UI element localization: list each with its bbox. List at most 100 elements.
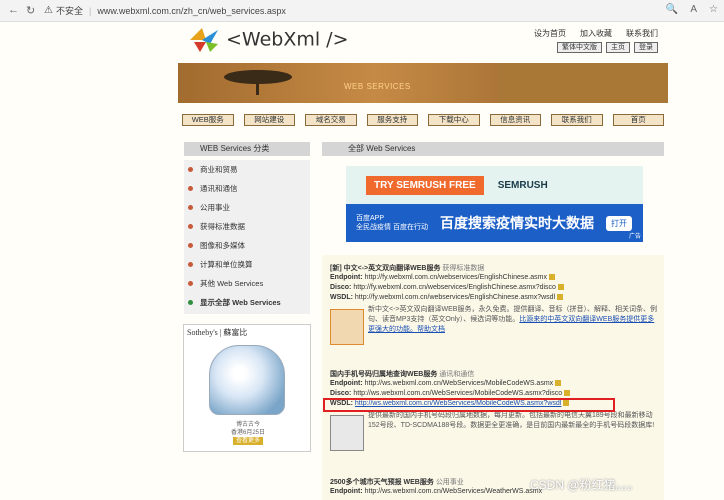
zoom-icon[interactable]: 🔍 — [666, 4, 678, 15]
sidebar-heading: WEB Services 分类 — [184, 142, 310, 156]
endpoint-label: Endpoint: — [330, 274, 363, 281]
service-name[interactable]: 国内手机号码归属地查询WEB服务 — [330, 371, 437, 378]
translation-thumbnail — [330, 309, 364, 345]
nav-web-services[interactable]: WEB服务 — [182, 114, 234, 126]
ad-caption-1: 博古古今 — [235, 422, 260, 428]
service-endpoint: Endpoint: http://ws.webxml.com.cn/WebSer… — [330, 379, 660, 389]
disco-url[interactable]: http://fy.webxml.com.cn/webservices/Engl… — [353, 284, 556, 291]
nav-web-building[interactable]: 网站建设 — [243, 114, 295, 126]
browser-toolbar: ← ↻ ⚠ 不安全 | www.webxml.com.cn/zh_cn/web_… — [0, 0, 724, 22]
sidebar-item-multimedia[interactable]: 图像和多媒体 — [184, 236, 310, 255]
service-name[interactable]: 2500多个城市天气预报 WEB服务 — [330, 479, 434, 486]
login-button[interactable]: 登录 — [634, 42, 658, 53]
favorites-icon[interactable]: ☆ — [709, 4, 718, 15]
disco-url[interactable]: http://ws.webxml.com.cn/WebServices/Mobi… — [353, 390, 562, 397]
nav-support[interactable]: 服务支持 — [366, 114, 418, 126]
top-buttons: 繁体中文版 主页 登录 — [557, 42, 658, 53]
csdn-watermark: CSDN @粉红猪。。。 — [530, 478, 640, 492]
semrush-ad[interactable]: TRY SEMRUSH FREE SEMRUSH — [346, 166, 643, 204]
tree-image — [224, 70, 292, 95]
service-disco: Disco: http://fy.webxml.com.cn/webservic… — [330, 283, 660, 293]
sidebar-item-business[interactable]: 商业和贸易 — [184, 160, 310, 179]
logo-icon — [190, 28, 218, 52]
banner-text: WEB SERVICES — [344, 82, 411, 91]
top-links: 设为首页 加入收藏 联系我们 — [534, 28, 658, 39]
baidu-ad-small-1: 百度APP — [356, 215, 385, 222]
site-logo[interactable]: <WebXml /> — [188, 26, 349, 54]
baidu-ad-headline: 百度搜索疫情实时大数据 — [439, 215, 594, 231]
reader-icon[interactable]: A — [690, 4, 697, 15]
nav-domain[interactable]: 域名交易 — [305, 114, 357, 126]
semrush-brand: SEMRUSH — [497, 179, 548, 191]
service-title: [新] 中文<->英文双向翻译WEB服务 获得标准数据 — [330, 263, 660, 273]
home-button[interactable]: 主页 — [606, 42, 630, 53]
service-description: 提供最新的国内手机号码段归属地数据，每月更新。包括最新的电信天翼189号段和最新… — [368, 412, 655, 429]
url-separator: | — [88, 5, 92, 16]
sidebar-item-show-all[interactable]: 显示全部 Web Services — [184, 293, 310, 312]
top-link-homepage[interactable]: 设为首页 — [534, 28, 566, 39]
disco-label: Disco: — [330, 284, 352, 291]
baidu-ad[interactable]: 百度APP 全民战疫情 百度在行动 百度搜索疫情实时大数据 打开 — [346, 204, 643, 242]
disco-label: Disco: — [330, 390, 352, 397]
semrush-button[interactable]: TRY SEMRUSH FREE — [366, 175, 484, 195]
sidebar-item-other[interactable]: 其他 Web Services — [184, 274, 310, 293]
wsdl-url[interactable]: http://fy.webxml.com.cn/webservices/Engl… — [355, 294, 555, 301]
service-category[interactable]: 通讯和通信 — [439, 371, 474, 378]
endpoint-url[interactable]: http://fy.webxml.com.cn/webservices/Engl… — [365, 274, 547, 281]
sidebar-category-list: 商业和贸易 通讯和通信 公用事业 获得标准数据 图像和多媒体 计算和单位换算 其… — [184, 160, 310, 314]
ad-brand: Sotheby's | 蘇富比 — [187, 328, 248, 337]
insecure-label: 不安全 — [55, 6, 83, 16]
main-ad[interactable]: TRY SEMRUSH FREE SEMRUSH 百度APP 全民战疫情 百度在… — [346, 166, 643, 242]
sidebar-item-communication[interactable]: 通讯和通信 — [184, 179, 310, 198]
service-endpoint: Endpoint: http://fy.webxml.com.cn/webser… — [330, 273, 660, 283]
phone-thumbnail — [330, 415, 364, 451]
wsdl-label: WSDL: — [330, 294, 353, 301]
traditional-chinese-button[interactable]: 繁体中文版 — [557, 42, 602, 53]
service-category[interactable]: 获得标准数据 — [442, 265, 484, 272]
site-banner: WEB SERVICES — [178, 63, 668, 103]
lock-icon — [564, 390, 571, 397]
logo-text: <WebXml /> — [226, 28, 349, 51]
service-wsdl: WSDL: http://fy.webxml.com.cn/webservice… — [330, 293, 660, 303]
ad-caption-3[interactable]: 查看更多 — [232, 437, 263, 445]
endpoint-label: Endpoint: — [330, 488, 363, 495]
reload-icon[interactable]: ↻ — [26, 4, 35, 17]
nav-home[interactable]: 首页 — [612, 114, 664, 126]
warning-icon: ⚠ — [44, 5, 53, 16]
service-category[interactable]: 公用事业 — [436, 479, 464, 486]
baidu-open-button[interactable]: 打开 — [605, 215, 632, 231]
ad-caption-2: 香港6月25日 — [230, 430, 265, 436]
banner-right-panel — [498, 63, 668, 103]
security-indicator[interactable]: ⚠ 不安全 — [44, 4, 83, 17]
nav-download[interactable]: 下载中心 — [428, 114, 480, 126]
main-heading: 全部 Web Services — [322, 142, 664, 156]
lock-icon — [557, 284, 564, 291]
service-name[interactable]: [新] 中文<->英文双向翻译WEB服务 — [330, 265, 440, 272]
top-link-contact[interactable]: 联系我们 — [626, 28, 658, 39]
nav-contact[interactable]: 联系我们 — [551, 114, 603, 126]
top-link-favorite[interactable]: 加入收藏 — [580, 28, 612, 39]
sidebar-ad[interactable]: Sotheby's | 蘇富比 博古古今 香港6月25日 查看更多 — [183, 324, 311, 452]
main-nav: WEB服务 网站建设 域名交易 服务支持 下载中心 信息资讯 联系我们 首页 — [182, 114, 664, 126]
service-title: 国内手机号码归属地查询WEB服务 通讯和通信 — [330, 369, 660, 379]
nav-news[interactable]: 信息资讯 — [489, 114, 541, 126]
lock-icon — [548, 274, 555, 281]
sidebar-item-calculation[interactable]: 计算和单位换算 — [184, 255, 310, 274]
wsdl-highlight-box — [323, 398, 615, 412]
service-translation: [新] 中文<->英文双向翻译WEB服务 获得标准数据 Endpoint: ht… — [330, 263, 660, 345]
sidebar-item-utilities[interactable]: 公用事业 — [184, 198, 310, 217]
back-icon[interactable]: ← — [8, 4, 19, 16]
vase-image — [209, 345, 285, 415]
service-list: [新] 中文<->英文双向翻译WEB服务 获得标准数据 Endpoint: ht… — [322, 255, 664, 500]
ad-caption: 博古古今 香港6月25日 查看更多 — [184, 421, 312, 445]
lock-icon — [555, 380, 562, 387]
site-header: <WebXml /> 设为首页 加入收藏 联系我们 繁体中文版 主页 登录 — [182, 24, 662, 64]
endpoint-url[interactable]: http://ws.webxml.com.cn/WebServices/Weat… — [365, 488, 543, 495]
endpoint-label: Endpoint: — [330, 380, 363, 387]
ad-label: 广告 — [628, 234, 641, 240]
address-bar-url[interactable]: www.webxml.com.cn/zh_cn/web_services.asp… — [97, 6, 286, 16]
endpoint-url[interactable]: http://ws.webxml.com.cn/WebServices/Mobi… — [365, 380, 554, 387]
baidu-ad-small: 百度APP 全民战疫情 百度在行动 — [356, 214, 428, 232]
sidebar-item-standard-data[interactable]: 获得标准数据 — [184, 217, 310, 236]
service-description: 新中文<->英文双向翻译WEB服务，永久免费。提供翻译、音标（拼音）、解释、相关… — [368, 305, 658, 335]
